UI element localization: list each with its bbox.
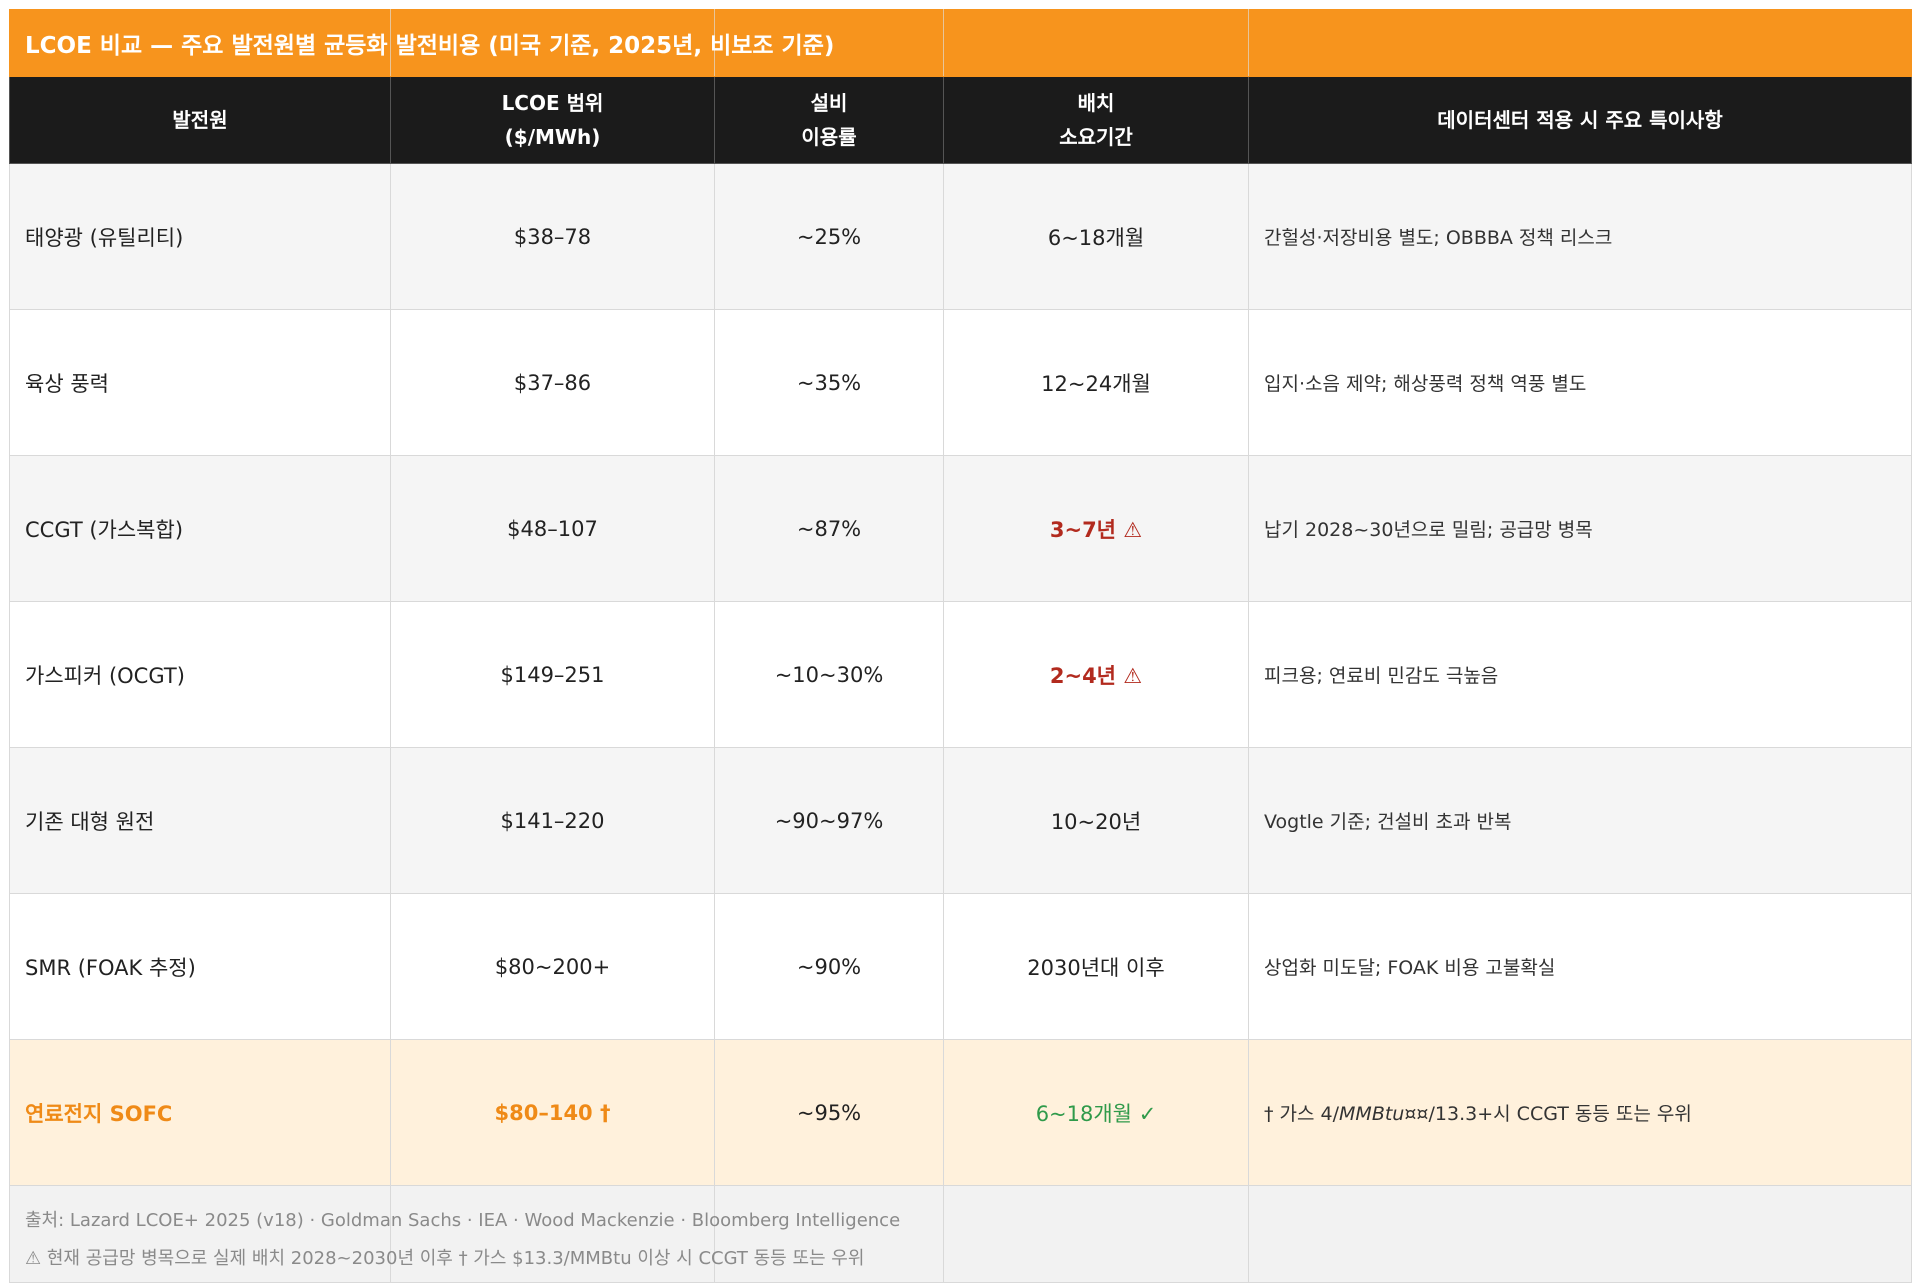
header-deploy-time: 배치 소요기간 — [943, 76, 1249, 164]
cell-deploy-time: 6~18개월 — [943, 163, 1249, 310]
header-lcoe: LCOE 범위 ($/MWh) — [390, 76, 715, 164]
lcoe-comparison-sheet: LCOE 비교 — 주요 발전원별 균등화 발전비용 (미국 기준, 2025년… — [0, 0, 1920, 1286]
cell-lcoe: $38–78 — [390, 163, 715, 310]
table-title: LCOE 비교 — 주요 발전원별 균등화 발전비용 (미국 기준, 2025년… — [25, 33, 835, 59]
table-row: 육상 풍력 $37–86 ~35% 12~24개월 입지·소음 제약; 해상풍력… — [9, 309, 1912, 456]
cell-deploy-time: 10~20년 — [943, 747, 1249, 894]
footer-sources: 출처: Lazard LCOE+ 2025 (v18) · Goldman Sa… — [25, 1210, 901, 1231]
cell-deploy-time: 3~7년 ⚠ — [943, 455, 1249, 602]
cell-deploy-time: 6~18개월 ✓ — [943, 1039, 1249, 1186]
cell-capacity-factor: ~10~30% — [714, 601, 944, 748]
cell-deploy-time: 2030년대 이후 — [943, 893, 1249, 1040]
footer-row: 출처: Lazard LCOE+ 2025 (v18) · Goldman Sa… — [9, 1185, 1912, 1283]
header-capacity-factor: 설비 이용률 — [714, 76, 944, 164]
cell-notes: 피크용; 연료비 민감도 극높음 — [1248, 601, 1912, 748]
cell-notes: 간헐성·저장비용 별도; OBBBA 정책 리스크 — [1248, 163, 1912, 310]
cell-lcoe: $141–220 — [390, 747, 715, 894]
cell-lcoe: $80–140 † — [390, 1039, 715, 1186]
cell-capacity-factor: ~90% — [714, 893, 944, 1040]
cell-notes: † 가스 4/MMBtu¤¤/13.3+시 CCGT 동등 또는 우위 — [1248, 1039, 1912, 1186]
check-icon: ✓ — [1138, 1101, 1157, 1126]
table-row: SMR (FOAK 추정) $80~200+ ~90% 2030년대 이후 상업… — [9, 893, 1912, 1040]
footer-notes: ⚠ 현재 공급망 병목으로 실제 배치 2028~2030년 이후 † 가스 $… — [25, 1248, 865, 1269]
deploy-value: 6~18개월 — [1035, 1101, 1133, 1126]
table-row-highlight: 연료전지 SOFC $80–140 † ~95% 6~18개월 ✓ † 가스 4… — [9, 1039, 1912, 1186]
table-row: 가스피커 (OCGT) $149–251 ~10~30% 2~4년 ⚠ 피크용;… — [9, 601, 1912, 748]
cell-notes: Vogtle 기준; 건설비 초과 반복 — [1248, 747, 1912, 894]
cell-notes: 입지·소음 제약; 해상풍력 정책 역풍 별도 — [1248, 309, 1912, 456]
header-row: 발전원 LCOE 범위 ($/MWh) 설비 이용률 배치 소요기간 데이터센터 적용… — [9, 76, 1912, 164]
title-cell: LCOE 비교 — 주요 발전원별 균등화 발전비용 (미국 기준, 2025년… — [9, 9, 834, 77]
cell-lcoe: $37–86 — [390, 309, 715, 456]
cell-source: 기존 대형 원전 — [9, 747, 391, 894]
cell-source: 가스피커 (OCGT) — [9, 601, 391, 748]
cell-notes: 상업화 미도달; FOAK 비용 고불확실 — [1248, 893, 1912, 1040]
cell-deploy-time: 2~4년 ⚠ — [943, 601, 1249, 748]
cell-capacity-factor: ~90~97% — [714, 747, 944, 894]
cell-lcoe: $149–251 — [390, 601, 715, 748]
header-notes: 데이터센터 적용 시 주요 특이사항 — [1248, 76, 1912, 164]
lcoe-table: LCOE 비교 — 주요 발전원별 균등화 발전비용 (미국 기준, 2025년… — [9, 9, 1912, 1283]
cell-source: CCGT (가스복합) — [9, 455, 391, 602]
cell-notes: 납기 2028~30년으로 밀림; 공급망 병목 — [1248, 455, 1912, 602]
cell-source: 연료전지 SOFC — [9, 1039, 391, 1186]
cell-capacity-factor: ~25% — [714, 163, 944, 310]
cell-capacity-factor: ~95% — [714, 1039, 944, 1186]
cell-source: 태양광 (유틸리티) — [9, 163, 391, 310]
warning-icon: ⚠ — [1123, 663, 1143, 688]
deploy-value: 3~7년 — [1049, 517, 1116, 542]
table-row: 태양광 (유틸리티) $38–78 ~25% 6~18개월 간헐성·저장비용 별… — [9, 163, 1912, 310]
cell-capacity-factor: ~35% — [714, 309, 944, 456]
cell-deploy-time: 12~24개월 — [943, 309, 1249, 456]
cell-source: 육상 풍력 — [9, 309, 391, 456]
warning-icon: ⚠ — [1123, 517, 1143, 542]
cell-capacity-factor: ~87% — [714, 455, 944, 602]
cell-source: SMR (FOAK 추정) — [9, 893, 391, 1040]
deploy-value: 2~4년 — [1049, 663, 1116, 688]
cell-lcoe: $48–107 — [390, 455, 715, 602]
lcoe-value: $80–140 — [494, 1100, 593, 1125]
cell-lcoe: $80~200+ — [390, 893, 715, 1040]
table-row: CCGT (가스복합) $48–107 ~87% 3~7년 ⚠ 납기 2028~… — [9, 455, 1912, 602]
footer-cell: 출처: Lazard LCOE+ 2025 (v18) · Goldman Sa… — [9, 1185, 900, 1283]
dagger-mark: † — [599, 1100, 611, 1125]
table-row: 기존 대형 원전 $141–220 ~90~97% 10~20년 Vogtle … — [9, 747, 1912, 894]
title-row: LCOE 비교 — 주요 발전원별 균등화 발전비용 (미국 기준, 2025년… — [9, 9, 1912, 77]
header-source: 발전원 — [9, 76, 391, 164]
